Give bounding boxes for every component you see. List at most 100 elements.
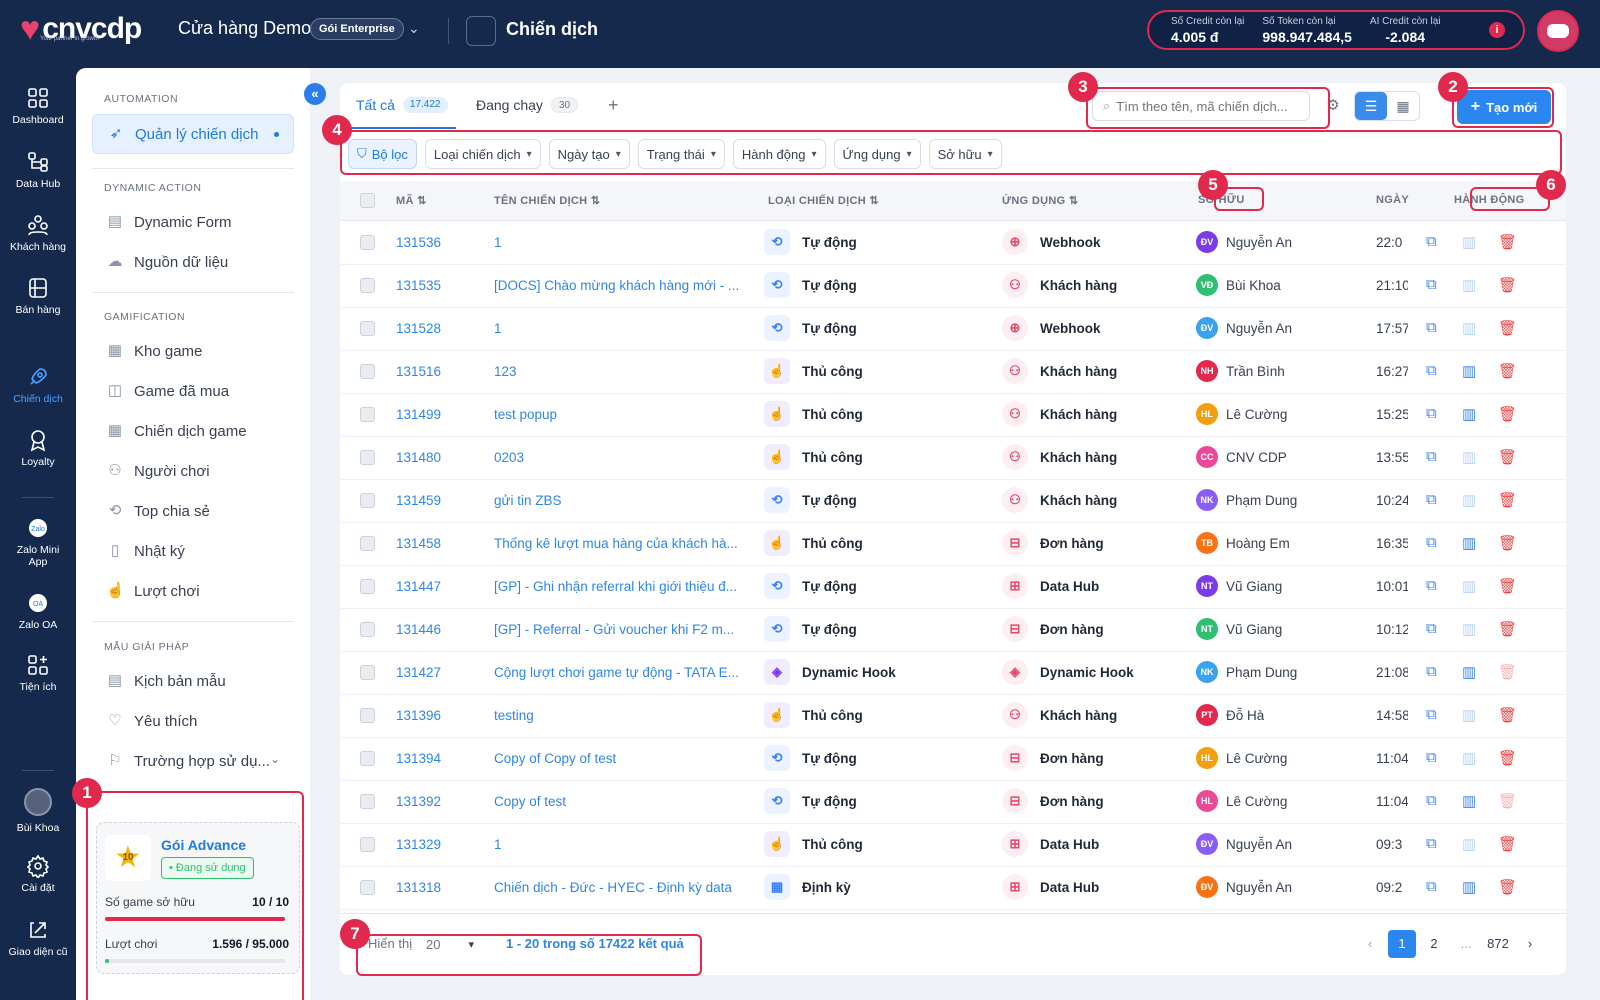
rail-item-zalo-mini-app[interactable]: Zalo Zalo Mini App bbox=[0, 516, 76, 568]
trash-icon[interactable]: 🗑 bbox=[1498, 405, 1517, 423]
credit-summary[interactable]: Số Credit còn lại 4.005 đ Số Token còn l… bbox=[1147, 10, 1525, 50]
trash-icon[interactable]: 🗑 bbox=[1498, 362, 1517, 380]
table-row[interactable]: 131447 [GP] - Ghi nhận referral khi giới … bbox=[340, 565, 1566, 609]
grid-view-icon[interactable]: ▦ bbox=[1387, 92, 1419, 120]
row-checkbox[interactable] bbox=[360, 364, 375, 379]
rail-item-legacy-ui[interactable]: Giao diện cũ bbox=[0, 918, 76, 958]
row-checkbox[interactable] bbox=[360, 751, 375, 766]
table-row[interactable]: 131427 Cộng lượt chơi game tự động - TATA… bbox=[340, 651, 1566, 695]
sort-icon[interactable]: ⇅ bbox=[869, 195, 879, 207]
column-date[interactable]: NGÀY bbox=[1376, 194, 1409, 206]
trash-icon[interactable]: 🗑 bbox=[1498, 534, 1517, 552]
subnav-item-purchased-games[interactable]: ◫ Game đã mua bbox=[92, 371, 294, 411]
info-icon[interactable]: i bbox=[1489, 22, 1505, 38]
row-checkbox[interactable] bbox=[360, 536, 375, 551]
subnav-item-log[interactable]: ▯ Nhật ký bbox=[92, 531, 294, 571]
campaign-id[interactable]: 131516 bbox=[396, 364, 441, 379]
table-row[interactable]: 131318 Chiến dịch - Đức - HYEC - Định kỳ … bbox=[340, 866, 1566, 910]
bar-chart-icon[interactable]: ▥ bbox=[1462, 233, 1476, 251]
trash-icon[interactable]: 🗑 bbox=[1498, 491, 1517, 509]
table-row[interactable]: 131516 123 ☝ Thủ công ⚇ Khách hàng NH Trần Bình… bbox=[340, 350, 1566, 394]
subnav-item-use-cases[interactable]: ⚐ Trường hợp sử dụ... ⌄ bbox=[92, 741, 294, 781]
row-checkbox[interactable] bbox=[360, 278, 375, 293]
campaign-id[interactable]: 131459 bbox=[396, 493, 441, 508]
rail-item-zalo-oa[interactable]: OA Zalo OA bbox=[0, 591, 76, 631]
sort-icon[interactable]: ⇅ bbox=[417, 195, 427, 207]
copy-icon[interactable]: ⧉ bbox=[1426, 233, 1437, 250]
table-row[interactable]: 131458 Thống kê lượt mua hàng của khách h… bbox=[340, 522, 1566, 566]
campaign-name[interactable]: 123 bbox=[494, 364, 744, 379]
campaign-id[interactable]: 131480 bbox=[396, 450, 441, 465]
rail-item-data-hub[interactable]: Data Hub bbox=[0, 150, 76, 190]
row-checkbox[interactable] bbox=[360, 880, 375, 895]
campaign-id[interactable]: 131392 bbox=[396, 794, 441, 809]
filter-created-date[interactable]: Ngày tạo ▾ bbox=[548, 139, 630, 169]
page-1[interactable]: 1 bbox=[1388, 930, 1416, 958]
column-name[interactable]: TÊN CHIẾN DỊCH ⇅ bbox=[494, 194, 600, 207]
search-field[interactable]: ⌕ bbox=[1092, 91, 1310, 121]
collapse-sidebar-button[interactable]: « bbox=[304, 83, 326, 105]
campaign-name[interactable]: [DOCS] Chào mừng khách hàng mới - ... bbox=[494, 278, 744, 293]
copy-icon[interactable]: ⧉ bbox=[1426, 276, 1437, 293]
copy-icon[interactable]: ⧉ bbox=[1426, 835, 1437, 852]
subnav-item-data-source[interactable]: ☁ Nguồn dữ liệu bbox=[92, 242, 294, 282]
campaign-id[interactable]: 131447 bbox=[396, 579, 441, 594]
tab-all[interactable]: Tất cả 17.422 bbox=[356, 97, 448, 113]
trash-icon[interactable]: 🗑 bbox=[1498, 749, 1517, 767]
row-checkbox[interactable] bbox=[360, 235, 375, 250]
subnav-item-plays[interactable]: ☝ Lượt chơi bbox=[92, 571, 294, 611]
copy-icon[interactable]: ⧉ bbox=[1426, 577, 1437, 594]
package-name[interactable]: Gói Advance bbox=[161, 837, 246, 853]
table-row[interactable]: 131535 [DOCS] Chào mừng khách hàng mới - … bbox=[340, 264, 1566, 308]
campaign-name[interactable]: [GP] - Referral - Gửi voucher khi F2 m..… bbox=[494, 622, 744, 637]
campaign-name[interactable]: test popup bbox=[494, 407, 744, 422]
campaign-name[interactable]: Thống kê lượt mua hàng của khách hà... bbox=[494, 536, 744, 551]
copy-icon[interactable]: ⧉ bbox=[1426, 448, 1437, 465]
campaign-id[interactable]: 131536 bbox=[396, 235, 441, 250]
row-checkbox[interactable] bbox=[360, 665, 375, 680]
copy-icon[interactable]: ⧉ bbox=[1426, 792, 1437, 809]
page-2[interactable]: 2 bbox=[1420, 930, 1448, 958]
next-page-icon[interactable]: › bbox=[1516, 930, 1544, 958]
search-input[interactable] bbox=[1116, 98, 1297, 114]
trash-icon[interactable]: 🗑 bbox=[1498, 319, 1517, 337]
row-checkbox[interactable] bbox=[360, 794, 375, 809]
row-checkbox[interactable] bbox=[360, 579, 375, 594]
filter-owner[interactable]: Sở hữu ▾ bbox=[928, 139, 1002, 169]
subnav-item-game-store[interactable]: ▦ Kho game bbox=[92, 331, 294, 371]
campaign-name[interactable]: gửi tin ZBS bbox=[494, 493, 744, 508]
table-row[interactable]: 131396 testing ☝ Thủ công ⚇ Khách hàng PT Đỗ Hà… bbox=[340, 694, 1566, 738]
bar-chart-icon[interactable]: ▥ bbox=[1462, 577, 1476, 595]
campaign-id[interactable]: 131427 bbox=[396, 665, 441, 680]
copy-icon[interactable]: ⧉ bbox=[1426, 706, 1437, 723]
subnav-item-top-share[interactable]: ⟲ Top chia sẻ bbox=[92, 491, 294, 531]
campaign-name[interactable]: Copy of test bbox=[494, 794, 744, 809]
create-new-button[interactable]: + Tạo mới bbox=[1457, 90, 1551, 124]
prev-page-icon[interactable]: ‹ bbox=[1356, 930, 1384, 958]
row-checkbox[interactable] bbox=[360, 407, 375, 422]
campaign-id[interactable]: 131446 bbox=[396, 622, 441, 637]
store-chevron-down-icon[interactable]: ⌄ bbox=[408, 20, 420, 37]
campaign-name[interactable]: testing bbox=[494, 708, 744, 723]
copy-icon[interactable]: ⧉ bbox=[1426, 491, 1437, 508]
rail-item-loyalty[interactable]: Loyalty bbox=[0, 428, 76, 468]
select-all-checkbox[interactable] bbox=[360, 193, 375, 208]
row-checkbox[interactable] bbox=[360, 450, 375, 465]
subnav-item-players[interactable]: ⚇ Người chơi bbox=[92, 451, 294, 491]
bar-chart-icon[interactable]: ▥ bbox=[1462, 491, 1476, 509]
row-checkbox[interactable] bbox=[360, 708, 375, 723]
user-avatar[interactable] bbox=[1537, 10, 1579, 52]
trash-icon[interactable]: 🗑 bbox=[1498, 878, 1517, 896]
column-type[interactable]: LOẠI CHIẾN DỊCH ⇅ bbox=[768, 194, 879, 207]
campaign-name[interactable]: 1 bbox=[494, 321, 744, 336]
rail-user[interactable]: Bùi Khoa bbox=[0, 788, 76, 834]
filter-application[interactable]: Ứng dụng ▾ bbox=[833, 139, 921, 169]
campaign-name[interactable]: 1 bbox=[494, 837, 744, 852]
trash-icon[interactable]: 🗑 bbox=[1498, 577, 1517, 595]
row-checkbox[interactable] bbox=[360, 622, 375, 637]
filter-button[interactable]: ⛉ Bộ lọc bbox=[348, 139, 417, 169]
campaign-id[interactable]: 131535 bbox=[396, 278, 441, 293]
page-size-select[interactable]: 20 ▾ bbox=[420, 930, 480, 960]
tab-running[interactable]: Đang chạy 30 bbox=[476, 97, 579, 113]
subnav-item-template-scripts[interactable]: ▤ Kịch bản mẫu bbox=[92, 661, 294, 701]
